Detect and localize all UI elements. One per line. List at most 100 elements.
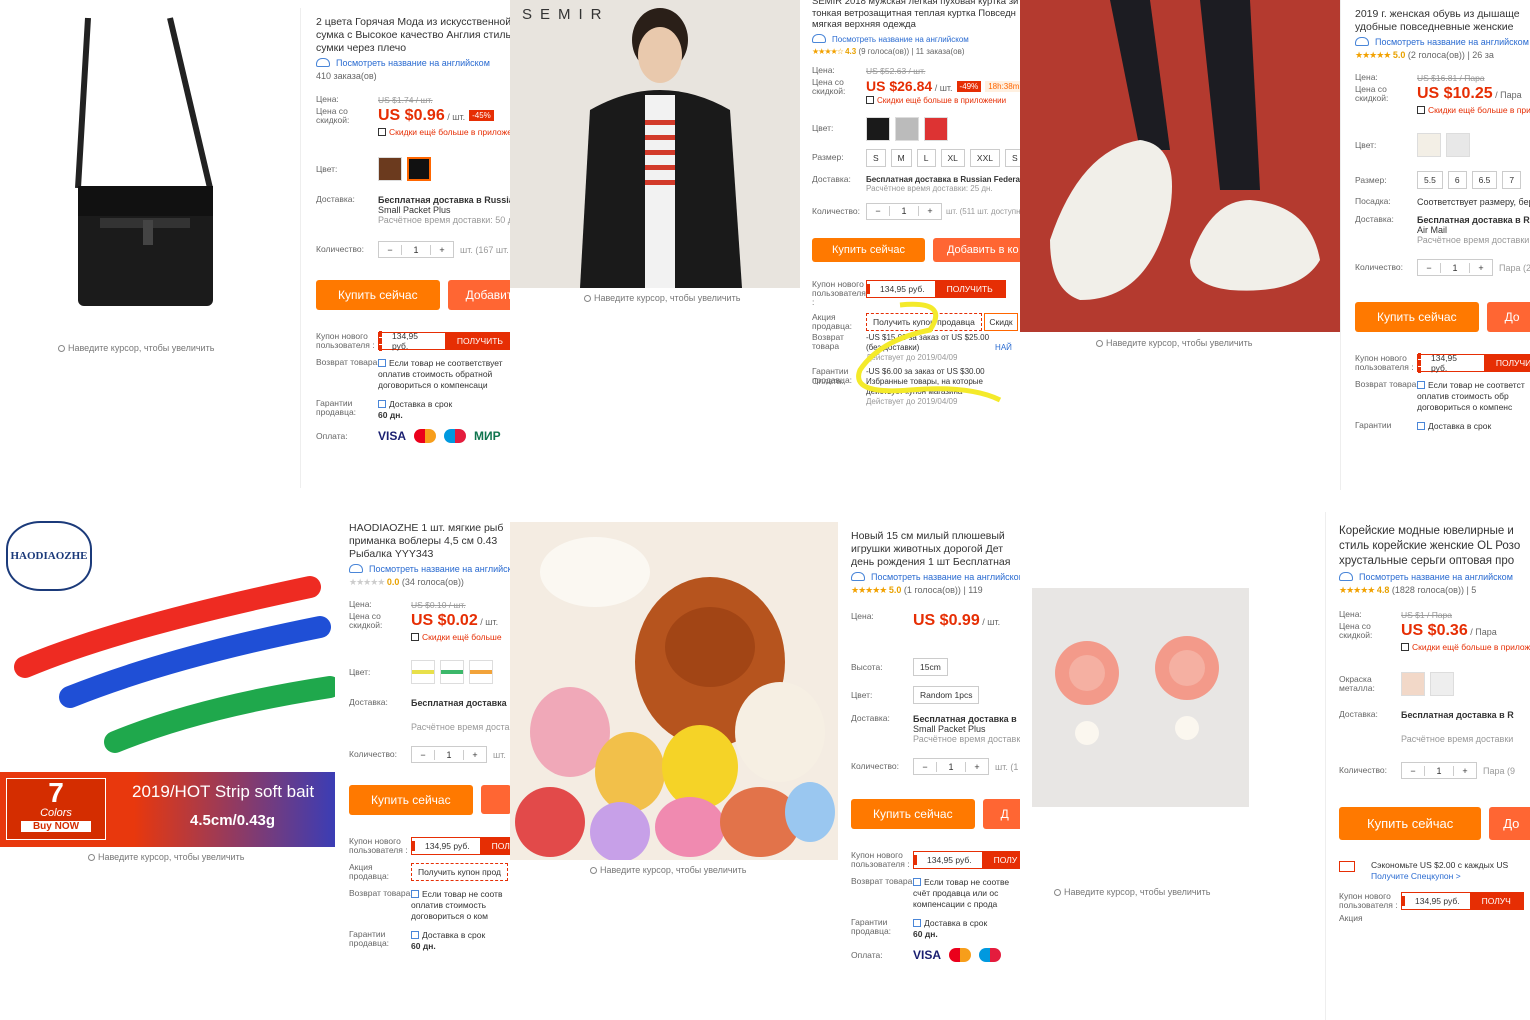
new-user-coupon[interactable]: 134,95 руб.ПОЛУЧИТЬ bbox=[1417, 353, 1530, 373]
add-to-cart-button[interactable]: До bbox=[1486, 302, 1530, 332]
add-to-cart-button[interactable] bbox=[480, 785, 510, 814]
view-english-link[interactable]: Посмотреть название на английском bbox=[316, 58, 510, 68]
app-discount-link[interactable]: Скидки ещё больше bbox=[411, 632, 502, 642]
shipping-carrier[interactable]: Small Packet Plus bbox=[913, 724, 1020, 734]
new-user-coupon[interactable]: 134,95 руб.ПОЛУЧИТЬ bbox=[378, 331, 510, 351]
add-to-cart-button[interactable]: Д bbox=[982, 799, 1020, 829]
quantity-stepper[interactable]: −1 + bbox=[1401, 762, 1477, 779]
buy-now-button[interactable]: Купить сейчас bbox=[1339, 807, 1482, 840]
shipping-method[interactable]: Бесплатная доставка в R bbox=[1401, 710, 1514, 720]
quantity-value[interactable]: 1 bbox=[1440, 262, 1470, 273]
size-option[interactable]: 7 bbox=[1502, 171, 1522, 189]
view-english-link[interactable]: Посмотреть название на английском bbox=[349, 564, 510, 574]
product-title[interactable]: 2 цвета Горячая Мода из искусственной су… bbox=[316, 16, 510, 55]
quantity-stepper[interactable]: −1 + bbox=[411, 746, 487, 763]
shipping-carrier[interactable]: Air Mail bbox=[1417, 225, 1530, 235]
plus-button[interactable]: + bbox=[1470, 263, 1492, 273]
view-english-link[interactable]: Посмотреть название на английском bbox=[851, 572, 1020, 582]
color-swatch-grey[interactable] bbox=[1446, 133, 1470, 157]
add-to-cart-button[interactable]: До bbox=[1489, 807, 1530, 840]
product-image-earrings[interactable] bbox=[1032, 588, 1249, 807]
get-coupon-button[interactable]: ПОЛ bbox=[479, 838, 510, 854]
plus-button[interactable]: + bbox=[1454, 766, 1476, 776]
app-discount-link[interactable]: Скидки ещё больше в приложении bbox=[1417, 105, 1530, 115]
metal-swatch-silver[interactable] bbox=[1430, 672, 1454, 696]
buy-now-button[interactable]: Купить сейчас bbox=[349, 785, 473, 815]
product-title[interactable]: Новый 15 см милый плюшевый игрушки живот… bbox=[851, 530, 1020, 569]
product-image-jacket[interactable]: SEMIR bbox=[510, 0, 800, 288]
get-coupon-button[interactable]: ПОЛУ bbox=[981, 852, 1020, 868]
size-option[interactable]: 6.5 bbox=[1471, 171, 1498, 189]
minus-button[interactable]: − bbox=[867, 206, 889, 216]
special-coupon-link[interactable]: Получите Спецкупон > bbox=[1371, 871, 1508, 882]
shipping-method[interactable]: Бесплатная доставка в Russian bbox=[378, 195, 510, 205]
color-swatch-grey[interactable] bbox=[895, 116, 919, 141]
quantity-stepper[interactable]: −1 + bbox=[913, 758, 989, 775]
quantity-stepper[interactable]: −1 + bbox=[1417, 259, 1493, 276]
color-option[interactable]: Random 1pcs bbox=[913, 686, 980, 704]
color-swatch-black[interactable] bbox=[866, 116, 890, 141]
shipping-method[interactable]: Бесплатная доставка в Russian Federati bbox=[866, 175, 1020, 184]
buy-now-button[interactable]: Купить сейчас bbox=[1355, 302, 1479, 332]
minus-button[interactable]: − bbox=[412, 750, 434, 760]
get-coupon-button[interactable]: ПОЛУЧИТЬ bbox=[1483, 355, 1530, 371]
minus-button[interactable]: − bbox=[1402, 766, 1424, 776]
size-option[interactable]: XL bbox=[940, 148, 965, 167]
height-option[interactable]: 15cm bbox=[913, 658, 948, 676]
view-english-link[interactable]: Посмотреть название на английском bbox=[812, 33, 1020, 44]
product-title[interactable]: HAODIAOZHE 1 шт. мягкие рыб приманка воб… bbox=[349, 522, 510, 561]
quantity-stepper[interactable]: −1 + bbox=[866, 202, 942, 220]
size-option[interactable]: 5.5 bbox=[1417, 171, 1443, 189]
get-coupon-button[interactable]: ПОЛУЧ bbox=[1469, 893, 1523, 909]
product-image-plush-toys[interactable] bbox=[510, 522, 838, 860]
color-swatch-black[interactable] bbox=[407, 157, 431, 181]
new-user-coupon[interactable]: 134,95 руб. ПОЛУЧ bbox=[1401, 892, 1524, 910]
product-title[interactable]: Корейские модные ювелирные и стиль корей… bbox=[1339, 524, 1530, 569]
size-option[interactable]: S bbox=[1004, 148, 1020, 167]
shipping-method[interactable]: Бесплатная доставка в bbox=[913, 714, 1020, 724]
size-option[interactable]: S bbox=[866, 148, 886, 167]
minus-button[interactable]: − bbox=[1418, 263, 1440, 273]
shipping-method[interactable]: Бесплатная доставка bbox=[411, 698, 510, 708]
add-to-cart-button[interactable]: Добавить в ко bbox=[932, 237, 1020, 262]
product-title[interactable]: SEMIR 2018 мужская легкая пуховая куртка… bbox=[812, 0, 1020, 31]
color-swatch-yellow[interactable] bbox=[411, 660, 435, 684]
color-swatch-white[interactable] bbox=[1417, 133, 1441, 157]
buy-now-button[interactable]: Купить сейчас bbox=[316, 280, 440, 310]
size-option[interactable]: XXL bbox=[969, 148, 1000, 167]
app-discount-link[interactable]: Скидки ещё больше в приложении bbox=[1401, 642, 1530, 652]
plus-button[interactable]: + bbox=[966, 762, 988, 772]
view-english-link[interactable]: Посмотреть название на английском bbox=[1339, 572, 1530, 582]
buy-now-button[interactable]: Купить сейчас bbox=[812, 237, 925, 262]
quantity-stepper[interactable]: −1 + bbox=[378, 241, 454, 258]
minus-button[interactable]: − bbox=[914, 762, 936, 772]
color-swatch-red[interactable] bbox=[924, 116, 948, 141]
app-discount-link[interactable]: Скидки ещё больше в приложении bbox=[378, 127, 510, 137]
buy-now-button[interactable]: Купить сейчас bbox=[851, 799, 975, 829]
plus-button[interactable]: + bbox=[919, 206, 941, 216]
size-option[interactable]: 6 bbox=[1447, 171, 1467, 189]
view-english-link[interactable]: Посмотреть название на английском bbox=[1355, 37, 1530, 47]
color-swatch-orange[interactable] bbox=[469, 660, 493, 684]
shipping-method[interactable]: Бесплатная доставка в R bbox=[1417, 215, 1530, 225]
quantity-value[interactable]: 1 bbox=[936, 761, 966, 772]
new-user-coupon[interactable]: 134,95 руб. ПОЛУ bbox=[913, 851, 1020, 869]
color-swatch-green[interactable] bbox=[440, 660, 464, 684]
product-title[interactable]: 2019 г. женская обувь из дышаще удобные … bbox=[1355, 8, 1530, 34]
add-to-cart-button[interactable]: Добавить bbox=[447, 280, 510, 310]
quantity-value[interactable]: 1 bbox=[401, 244, 431, 255]
minus-button[interactable]: − bbox=[379, 245, 401, 255]
product-image-lure[interactable]: HAODIAOZHE 7 Colors Buy NOW 2019/HOT Str… bbox=[0, 517, 335, 847]
quantity-value[interactable]: 1 bbox=[889, 206, 919, 216]
quantity-value[interactable]: 1 bbox=[1424, 765, 1454, 776]
quantity-value[interactable]: 1 bbox=[434, 749, 464, 760]
size-option[interactable]: L bbox=[916, 148, 936, 167]
product-image-handbag[interactable] bbox=[20, 8, 270, 318]
product-image-sneakers[interactable] bbox=[1020, 0, 1340, 332]
size-option[interactable]: M bbox=[890, 148, 912, 167]
color-swatch-brown[interactable] bbox=[378, 157, 402, 181]
seller-coupon-button[interactable]: Получить купон прод bbox=[411, 863, 508, 881]
get-coupon-button[interactable]: ПОЛУЧИТЬ bbox=[444, 333, 510, 349]
app-discount-link[interactable]: Скидки ещё больше в приложении bbox=[866, 95, 1020, 105]
shipping-carrier[interactable]: Small Packet Plus bbox=[378, 205, 510, 215]
